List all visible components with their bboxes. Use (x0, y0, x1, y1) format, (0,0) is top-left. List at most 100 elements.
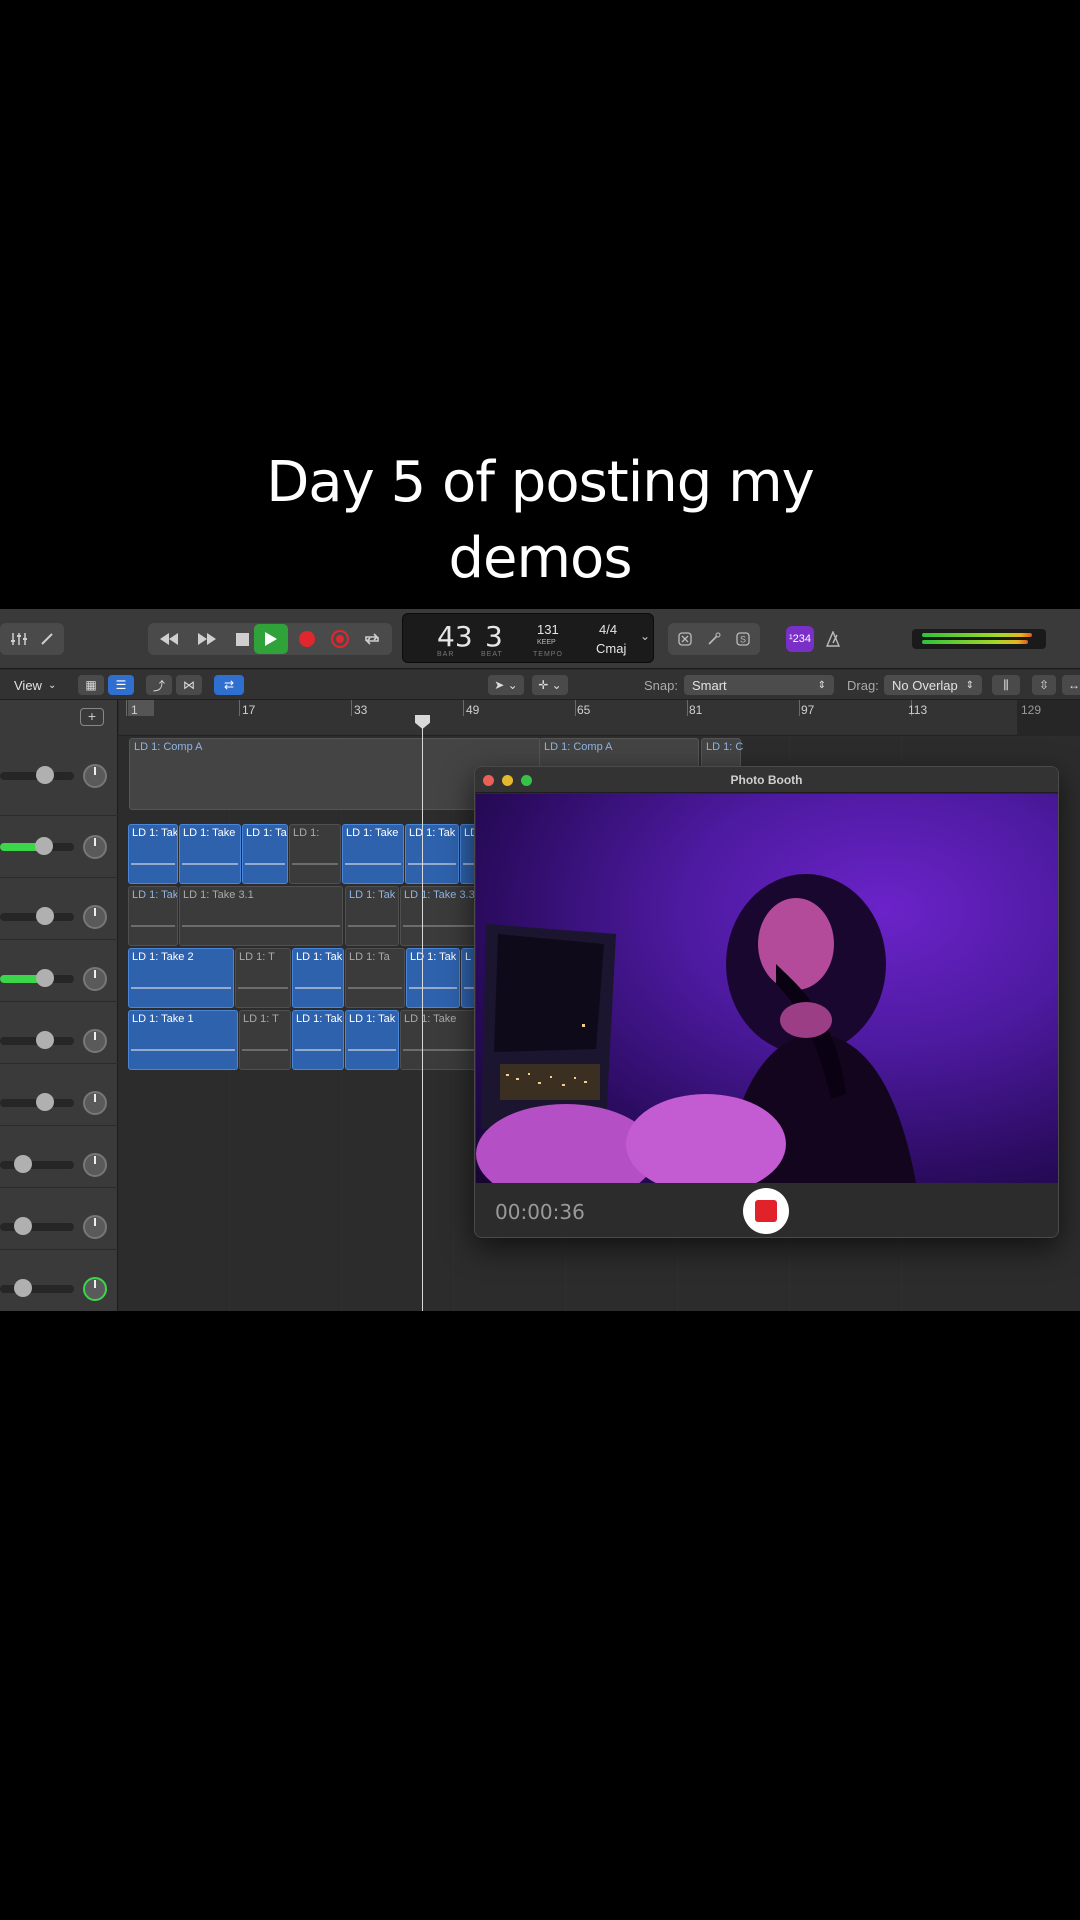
playhead[interactable] (422, 720, 423, 1311)
pan-knob[interactable] (83, 1091, 107, 1115)
pan-knob[interactable] (83, 967, 107, 991)
photo-booth-titlebar: Photo Booth (475, 767, 1058, 793)
flex-icon[interactable]: ⋈ (176, 675, 202, 695)
take-region[interactable]: LD 1: Tak (128, 886, 178, 946)
rewind-icon[interactable] (152, 623, 186, 655)
take-region[interactable]: LD 1: T (239, 1010, 291, 1070)
take-region[interactable]: LD 1: Tak (406, 948, 460, 1008)
grid-view-icon[interactable]: ▦ (78, 675, 104, 695)
track-header-row[interactable] (0, 1064, 118, 1126)
capture-recording-button[interactable] (326, 623, 354, 655)
region-name: LD 1: Comp A (134, 741, 203, 753)
snap-value: Smart (692, 677, 727, 693)
tracks-toolbar: View ⌄ ▦ ☰ ⤴ ⋈ ⇄ ➤ ⌄ ✛ ⌄ Snap: Smart ⇕ D… (0, 670, 1080, 700)
stop-button[interactable] (228, 623, 256, 655)
list-view-icon[interactable]: ☰ (108, 675, 134, 695)
svg-text:S: S (740, 635, 746, 645)
video-caption: Day 5 of posting my demos (0, 445, 1080, 597)
drag-label: Drag: (847, 677, 879, 693)
take-region[interactable]: LD 1: Tak (345, 1010, 399, 1070)
take-region[interactable]: LD 1: Take 3.1 (179, 886, 343, 946)
take-region[interactable]: LD 1: Ta (345, 948, 405, 1008)
solo-icon[interactable]: S (730, 623, 756, 655)
mode-buttons-group: S (668, 623, 760, 655)
volume-slider[interactable] (0, 969, 74, 987)
take-region[interactable]: LD 1: Take (179, 824, 241, 884)
updown-chevron-icon: ⇕ (817, 679, 826, 691)
track-header-row[interactable] (0, 816, 118, 878)
play-icon (265, 632, 277, 646)
pan-knob[interactable] (83, 1277, 107, 1301)
volume-slider[interactable] (0, 1279, 74, 1297)
volume-slider[interactable] (0, 766, 74, 784)
drag-select[interactable]: No Overlap ⇕ (884, 675, 982, 695)
take-region[interactable]: LD 1: Take (400, 1010, 480, 1070)
take-region[interactable]: LD 1: Take (342, 824, 404, 884)
take-region[interactable]: LD 1: Tak (345, 886, 399, 946)
volume-slider[interactable] (0, 1217, 74, 1235)
pencil-icon[interactable] (36, 623, 58, 655)
view-menu[interactable]: View ⌄ (14, 675, 56, 695)
snap-select[interactable]: Smart ⇕ (684, 675, 834, 695)
lcd-bar: 43 (437, 620, 473, 653)
lcd-tempo-mode: KEEP (537, 639, 556, 646)
autopunch-icon[interactable] (672, 623, 698, 655)
count-in-button[interactable]: ¹234 (786, 626, 814, 652)
track-header-row[interactable] (0, 1002, 118, 1064)
catch-playhead-icon[interactable]: ⇄ (214, 675, 244, 695)
record-icon (299, 631, 315, 647)
pan-knob[interactable] (83, 764, 107, 788)
mixer-icon[interactable] (8, 623, 30, 655)
track-header-row[interactable] (0, 1250, 118, 1311)
take-region[interactable]: LD 1: Ta (242, 824, 288, 884)
volume-slider[interactable] (0, 1093, 74, 1111)
fast-forward-icon[interactable] (190, 623, 224, 655)
ruler-end-marker: 129 (1021, 703, 1042, 717)
pan-knob[interactable] (83, 835, 107, 859)
take-region[interactable]: LD 1: Take 1 (128, 1010, 238, 1070)
volume-slider[interactable] (0, 1031, 74, 1049)
pointer-tool-icon[interactable]: ➤ ⌄ (488, 675, 524, 695)
waveform-zoom-icon[interactable]: ⫼ (992, 675, 1020, 695)
pan-knob[interactable] (83, 1215, 107, 1239)
take-region[interactable]: LD 1: Take 2 (128, 948, 234, 1008)
take-region[interactable]: LD 1: Take 3.3 (400, 886, 480, 946)
track-header-row[interactable] (0, 1126, 118, 1188)
pan-knob[interactable] (83, 905, 107, 929)
metronome-icon[interactable] (820, 623, 846, 655)
capture-record-icon (331, 630, 349, 648)
lcd-chevron-down-icon[interactable]: ⌄ (640, 629, 650, 643)
lcd-tempo-label: TEMPO (533, 651, 563, 658)
take-region[interactable]: LD 1: T (235, 948, 291, 1008)
volume-slider[interactable] (0, 907, 74, 925)
lcd-tempo: 131 (537, 622, 559, 637)
automation-icon[interactable]: ⤴ (146, 675, 172, 695)
cycle-button[interactable] (358, 623, 386, 655)
take-region[interactable]: LD 1: Tak (292, 1010, 344, 1070)
lcd-beat-label: BEAT (481, 651, 503, 658)
pan-knob[interactable] (83, 1153, 107, 1177)
tuner-icon[interactable] (701, 623, 727, 655)
take-region[interactable]: LD 1: Tak (128, 824, 178, 884)
take-region[interactable]: LD 1: (289, 824, 341, 884)
take-region[interactable]: LD 1: Tak (405, 824, 459, 884)
pan-knob[interactable] (83, 1029, 107, 1053)
control-bar: 43 3 BAR BEAT 131 KEEP TEMPO 4/4 Cmaj ⌄ … (0, 609, 1080, 669)
stop-recording-button[interactable] (743, 1188, 789, 1234)
record-button[interactable] (294, 623, 320, 655)
lcd-display[interactable]: 43 3 BAR BEAT 131 KEEP TEMPO 4/4 Cmaj (402, 613, 654, 663)
track-header-row[interactable] (0, 1188, 118, 1250)
volume-slider[interactable] (0, 837, 74, 855)
horizontal-zoom-icon[interactable]: ↔ (1062, 675, 1080, 695)
add-track-button[interactable]: + (80, 708, 104, 726)
vertical-zoom-icon[interactable]: ⇳ (1032, 675, 1056, 695)
ruler-marker: 81 (689, 703, 703, 717)
take-region[interactable]: LD 1: Tak (292, 948, 344, 1008)
track-header-row[interactable] (0, 878, 118, 940)
timeline-ruler[interactable]: 1 17 33 49 65 81 97 113 129 (119, 700, 1080, 736)
crosshair-tool-icon[interactable]: ✛ ⌄ (532, 675, 568, 695)
track-header-row[interactable] (0, 940, 118, 1002)
play-button[interactable] (254, 624, 288, 654)
volume-slider[interactable] (0, 1155, 74, 1173)
track-header-row[interactable] (0, 736, 118, 816)
